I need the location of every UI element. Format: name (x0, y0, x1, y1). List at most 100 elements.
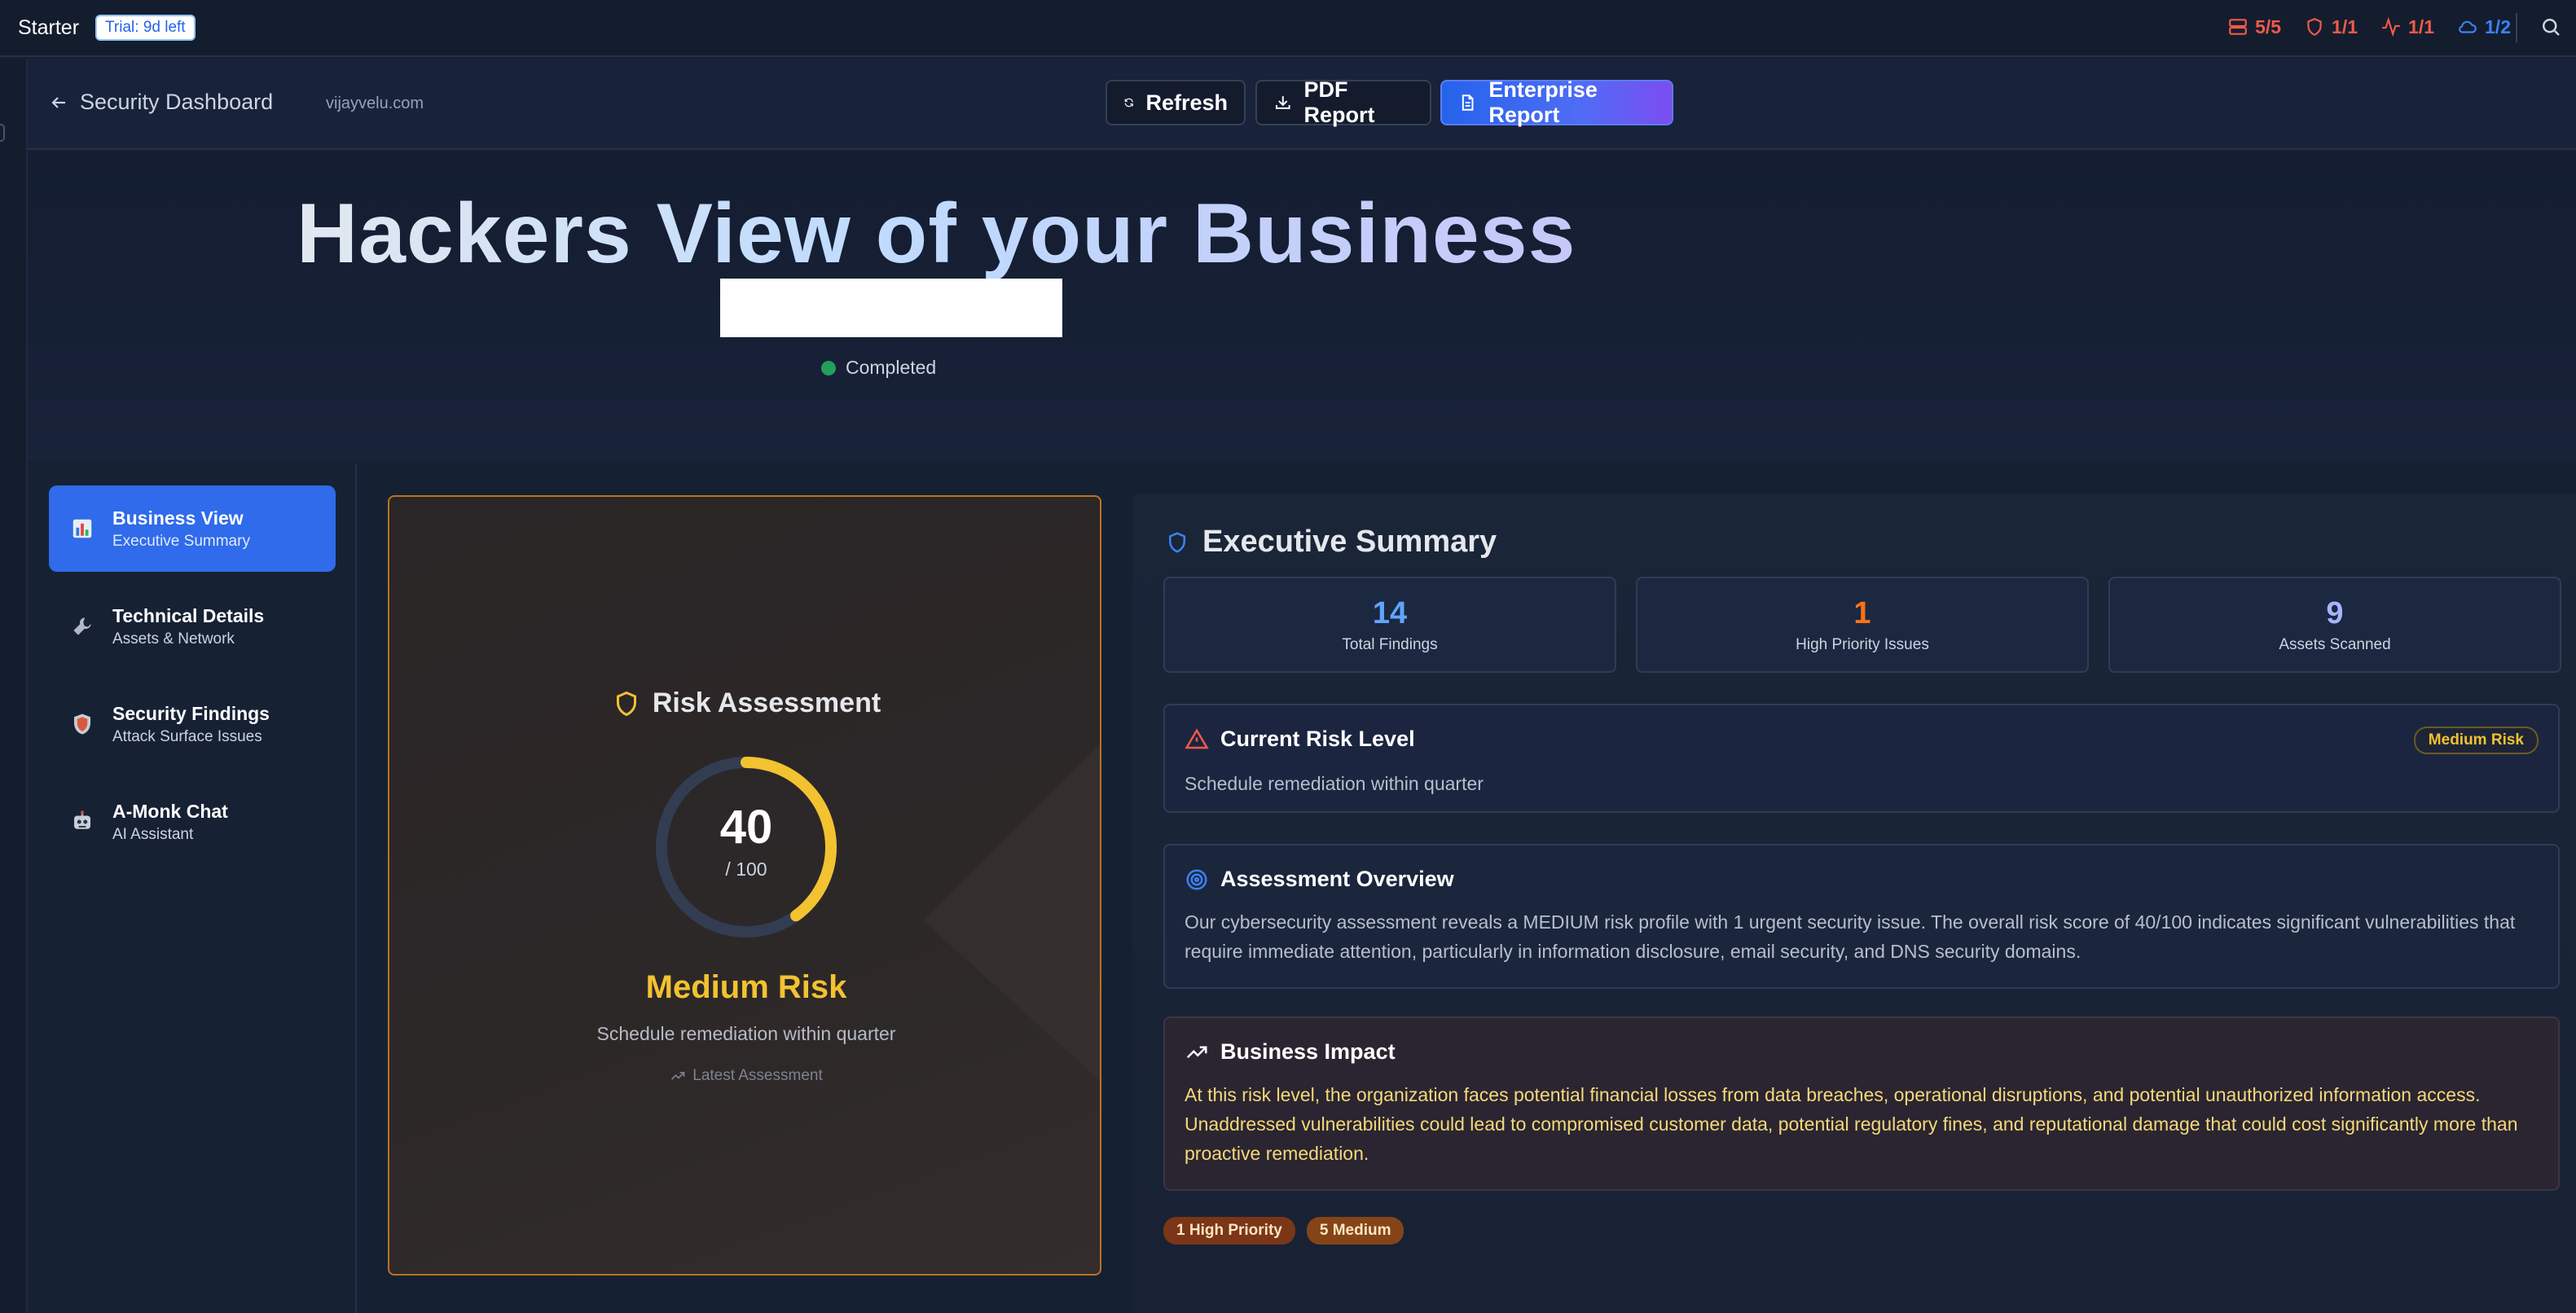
nav-subtitle: AI Assistant (112, 825, 194, 843)
metric-high-priority: 1 High Priority Issues (1636, 577, 2089, 673)
nav-title: A-Monk Chat (112, 800, 228, 822)
collapsed-rail (0, 59, 28, 1313)
stat-value: 1/1 (2332, 15, 2358, 37)
metric-label: Assets Scanned (2279, 636, 2391, 653)
arrow-left-icon (51, 96, 65, 108)
shield-badge-icon (68, 710, 96, 738)
document-icon (1462, 94, 1474, 111)
metric-assets-scanned: 9 Assets Scanned (2108, 577, 2561, 673)
search-icon[interactable] (2539, 15, 2563, 39)
panel-text: Our cybersecurity assessment reveals a M… (1185, 911, 2516, 962)
severity-tags: 1 High Priority 5 Medium (1163, 1217, 1404, 1245)
risk-level: Medium Risk (645, 969, 847, 1005)
panel-text: At this risk level, the organization fac… (1185, 1084, 2518, 1164)
risk-score: 40 (719, 801, 773, 854)
activity-icon (2382, 16, 2400, 37)
executive-summary: Executive Summary 14 Total Findings 1 Hi… (1132, 494, 2576, 1313)
risk-badge: Medium Risk (2413, 727, 2539, 754)
robot-icon (68, 808, 96, 836)
panel-header: Business Impact (1185, 1039, 1396, 1065)
panel-header: Assessment Overview (1185, 867, 1454, 892)
latest-assessment: Latest Assessment (389, 1067, 1100, 1085)
plan-name: Starter (18, 15, 80, 39)
back-label: Security Dashboard (80, 90, 274, 114)
enterprise-report-button[interactable]: Enterprise Report (1440, 77, 1673, 127)
metric-label: High Priority Issues (1796, 636, 1929, 653)
cloud-icon (2459, 20, 2477, 33)
panel-title: Assessment Overview (1220, 867, 1454, 891)
shield-icon (1169, 531, 1185, 553)
stat-value: 1/2 (2485, 15, 2511, 37)
tag-high-priority[interactable]: 1 High Priority (1163, 1217, 1295, 1245)
trending-up-icon (1186, 1046, 1207, 1058)
panel-text: Schedule remediation within quarter (1185, 773, 1484, 794)
summary-title: Executive Summary (1202, 525, 1497, 559)
scan-status: Completed (821, 357, 936, 379)
stat-servers[interactable]: 5/5 (2227, 16, 2281, 38)
risk-header: Risk Assessment (389, 687, 1100, 719)
nav-security-findings[interactable]: Security Findings Attack Surface Issues (49, 681, 336, 767)
download-icon (1275, 96, 1290, 109)
status-dot (821, 360, 836, 375)
nav-a-monk-chat[interactable]: A-Monk Chat AI Assistant (49, 779, 336, 865)
refresh-button[interactable]: Refresh (1106, 80, 1246, 125)
server-icon (2229, 19, 2247, 35)
shield-icon (2307, 18, 2322, 36)
metric-value: 14 (1372, 596, 1408, 630)
stat-value: 1/1 (2408, 15, 2435, 37)
panel-title: Business Impact (1220, 1039, 1396, 1064)
nav-title: Business View (112, 507, 244, 529)
risk-action: Schedule remediation within quarter (596, 1023, 896, 1044)
summary-header: Executive Summary (1165, 525, 1497, 560)
stat-cloud[interactable]: 1/2 (2457, 16, 2511, 38)
stat-shield[interactable]: 1/1 (2304, 16, 2358, 38)
page-header: Security Dashboard vijayvelu.com Refresh… (28, 59, 2576, 150)
tag-medium[interactable]: 5 Medium (1306, 1217, 1404, 1245)
risk-score-max: / 100 (725, 858, 767, 880)
redacted-block (720, 279, 1062, 337)
metric-label: Total Findings (1342, 636, 1438, 653)
refresh-icon (1124, 98, 1133, 108)
back-link[interactable]: Security Dashboard (49, 90, 273, 115)
metric-value: 1 (1853, 596, 1871, 630)
nav-subtitle: Executive Summary (112, 532, 250, 550)
pdf-report-label: PDF Report (1303, 77, 1375, 127)
target-icon (1186, 869, 1207, 889)
risk-assessment-card: Risk Assessment 40 / 100 Medium Risk Sch… (388, 495, 1101, 1276)
nav-title: Security Findings (112, 702, 270, 724)
nav-technical-details[interactable]: Technical Details Assets & Network (49, 583, 336, 670)
rail-toggle[interactable] (0, 124, 5, 142)
hero-banner: Hackers View of your Business Completed (28, 152, 2576, 461)
shield-icon (616, 691, 636, 716)
bar-chart-icon (68, 515, 96, 542)
stat-activity[interactable]: 1/1 (2380, 16, 2434, 38)
stat-value: 5/5 (2255, 15, 2282, 37)
status-label: Completed (846, 357, 937, 378)
usage-stats: 5/5 1/1 1/1 1/2 (2227, 0, 2511, 54)
metric-total-findings: 14 Total Findings (1163, 577, 1616, 673)
latest-label: Latest Assessment (692, 1067, 823, 1084)
section-sidebar: Business View Executive Summary Technica… (28, 464, 357, 1313)
nav-subtitle: Assets & Network (112, 630, 235, 648)
top-bar: Starter Trial: 9d left 5/5 1/1 1/1 1/2 (0, 0, 2576, 57)
nav-business-view[interactable]: Business View Executive Summary (49, 485, 336, 572)
metric-value: 9 (2326, 596, 2344, 630)
current-risk-panel: Current Risk Level Medium Risk Schedule … (1163, 704, 2560, 813)
trending-up-icon (671, 1072, 685, 1080)
warning-icon (1185, 727, 1209, 749)
enterprise-report-label: Enterprise Report (1488, 77, 1598, 127)
domain-label: vijayvelu.com (326, 94, 424, 112)
pdf-report-button[interactable]: PDF Report (1255, 77, 1431, 127)
business-impact-panel: Business Impact At this risk level, the … (1163, 1017, 2560, 1191)
trial-badge[interactable]: Trial: 9d left (95, 15, 196, 41)
wrench-icon (68, 613, 96, 640)
refresh-label: Refresh (1145, 90, 1228, 115)
nav-subtitle: Attack Surface Issues (112, 727, 262, 745)
divider (2516, 13, 2517, 42)
panel-title: Current Risk Level (1220, 727, 1415, 751)
hero-title: Hackers View of your Business (297, 187, 1576, 281)
risk-title: Risk Assessment (652, 687, 881, 718)
panel-header: Current Risk Level (1185, 727, 1415, 752)
assessment-overview-panel: Assessment Overview Our cybersecurity as… (1163, 844, 2560, 989)
nav-title: Technical Details (112, 604, 265, 626)
